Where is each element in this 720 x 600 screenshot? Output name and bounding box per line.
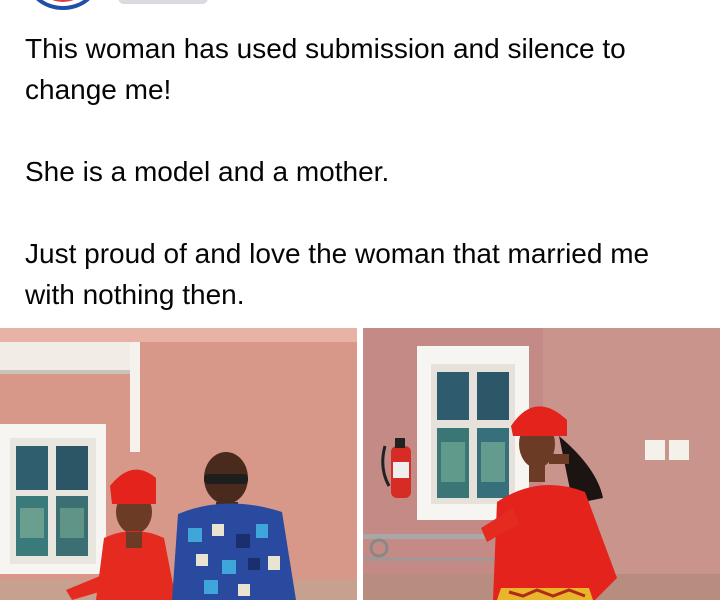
- photo-woman[interactable]: [363, 328, 720, 600]
- avatar-logo: [40, 0, 86, 2]
- photo-grid: [0, 328, 720, 600]
- couple-photo-image: [0, 328, 357, 600]
- author-name[interactable]: [118, 0, 208, 4]
- woman-photo-image: [363, 328, 720, 600]
- photo-couple[interactable]: [0, 328, 357, 600]
- post-header: [0, 0, 720, 14]
- post-text: This woman has used submission and silen…: [25, 28, 705, 356]
- avatar[interactable]: [28, 0, 98, 10]
- post-paragraph-3: Just proud of and love the woman that ma…: [25, 238, 650, 310]
- post-paragraph-2: She is a model and a mother.: [25, 156, 390, 187]
- post-paragraph-1: This woman has used submission and silen…: [25, 33, 626, 105]
